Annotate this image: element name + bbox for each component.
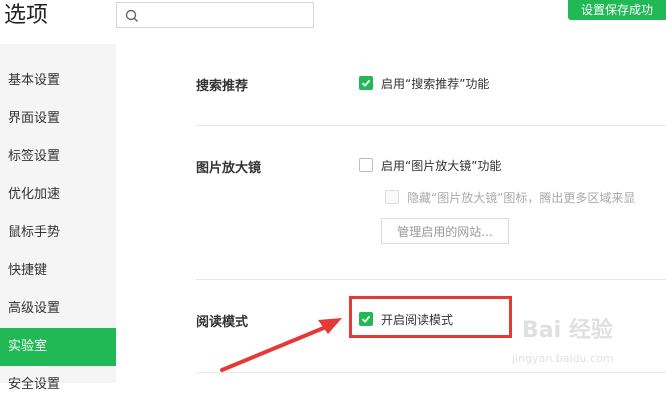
watermark-url: jingyan.baidu.com [512,352,614,365]
watermark-brand: Bai 经验 [522,318,613,343]
watermark: Bai 经验 jingyan.baidu.com [512,312,662,372]
